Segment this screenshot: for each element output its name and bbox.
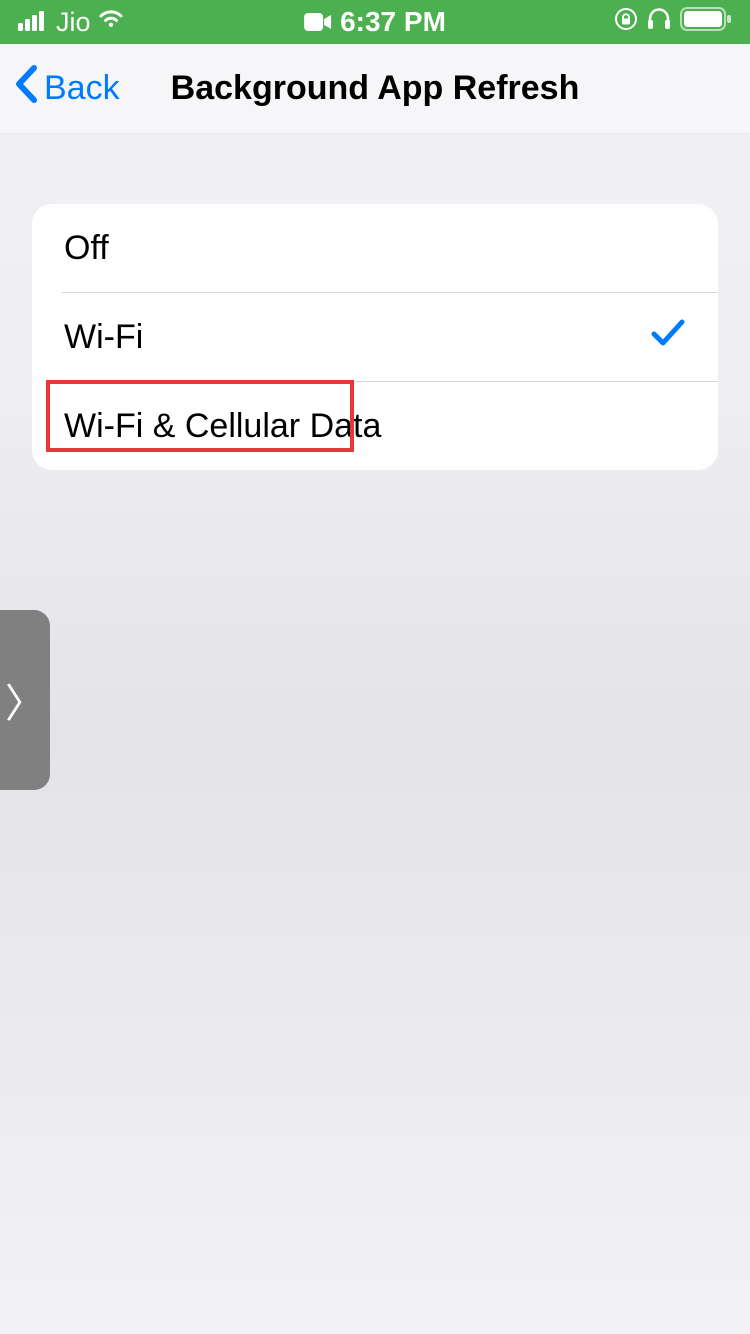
status-left: Jio <box>18 6 127 38</box>
camera-icon <box>304 6 332 38</box>
orientation-lock-icon <box>614 6 638 38</box>
chevron-right-icon: 〉 <box>5 671 45 729</box>
option-label: Off <box>64 229 109 268</box>
status-bar: Jio 6:37 PM <box>0 0 750 44</box>
cellular-signal-icon <box>18 6 52 38</box>
checkmark-icon <box>650 313 686 361</box>
option-wifi-cellular[interactable]: Wi-Fi & Cellular Data <box>32 382 718 470</box>
option-wifi[interactable]: Wi-Fi <box>32 293 718 381</box>
option-label: Wi-Fi & Cellular Data <box>64 407 381 446</box>
carrier-label: Jio <box>56 7 91 38</box>
side-tab-handle[interactable]: 〉 <box>0 610 50 790</box>
status-right <box>614 6 732 38</box>
back-button[interactable]: Back <box>0 65 120 112</box>
status-center: 6:37 PM <box>304 6 446 38</box>
time-label: 6:37 PM <box>340 6 446 38</box>
battery-icon <box>680 6 732 38</box>
nav-bar: Back Background App Refresh <box>0 44 750 134</box>
options-group: Off Wi-Fi Wi-Fi & Cellular Data <box>32 204 718 470</box>
chevron-left-icon <box>14 65 38 112</box>
wifi-icon <box>95 6 127 38</box>
headphones-icon <box>646 6 672 38</box>
back-label: Back <box>44 69 120 108</box>
option-label: Wi-Fi <box>64 318 143 357</box>
option-off[interactable]: Off <box>32 204 718 292</box>
